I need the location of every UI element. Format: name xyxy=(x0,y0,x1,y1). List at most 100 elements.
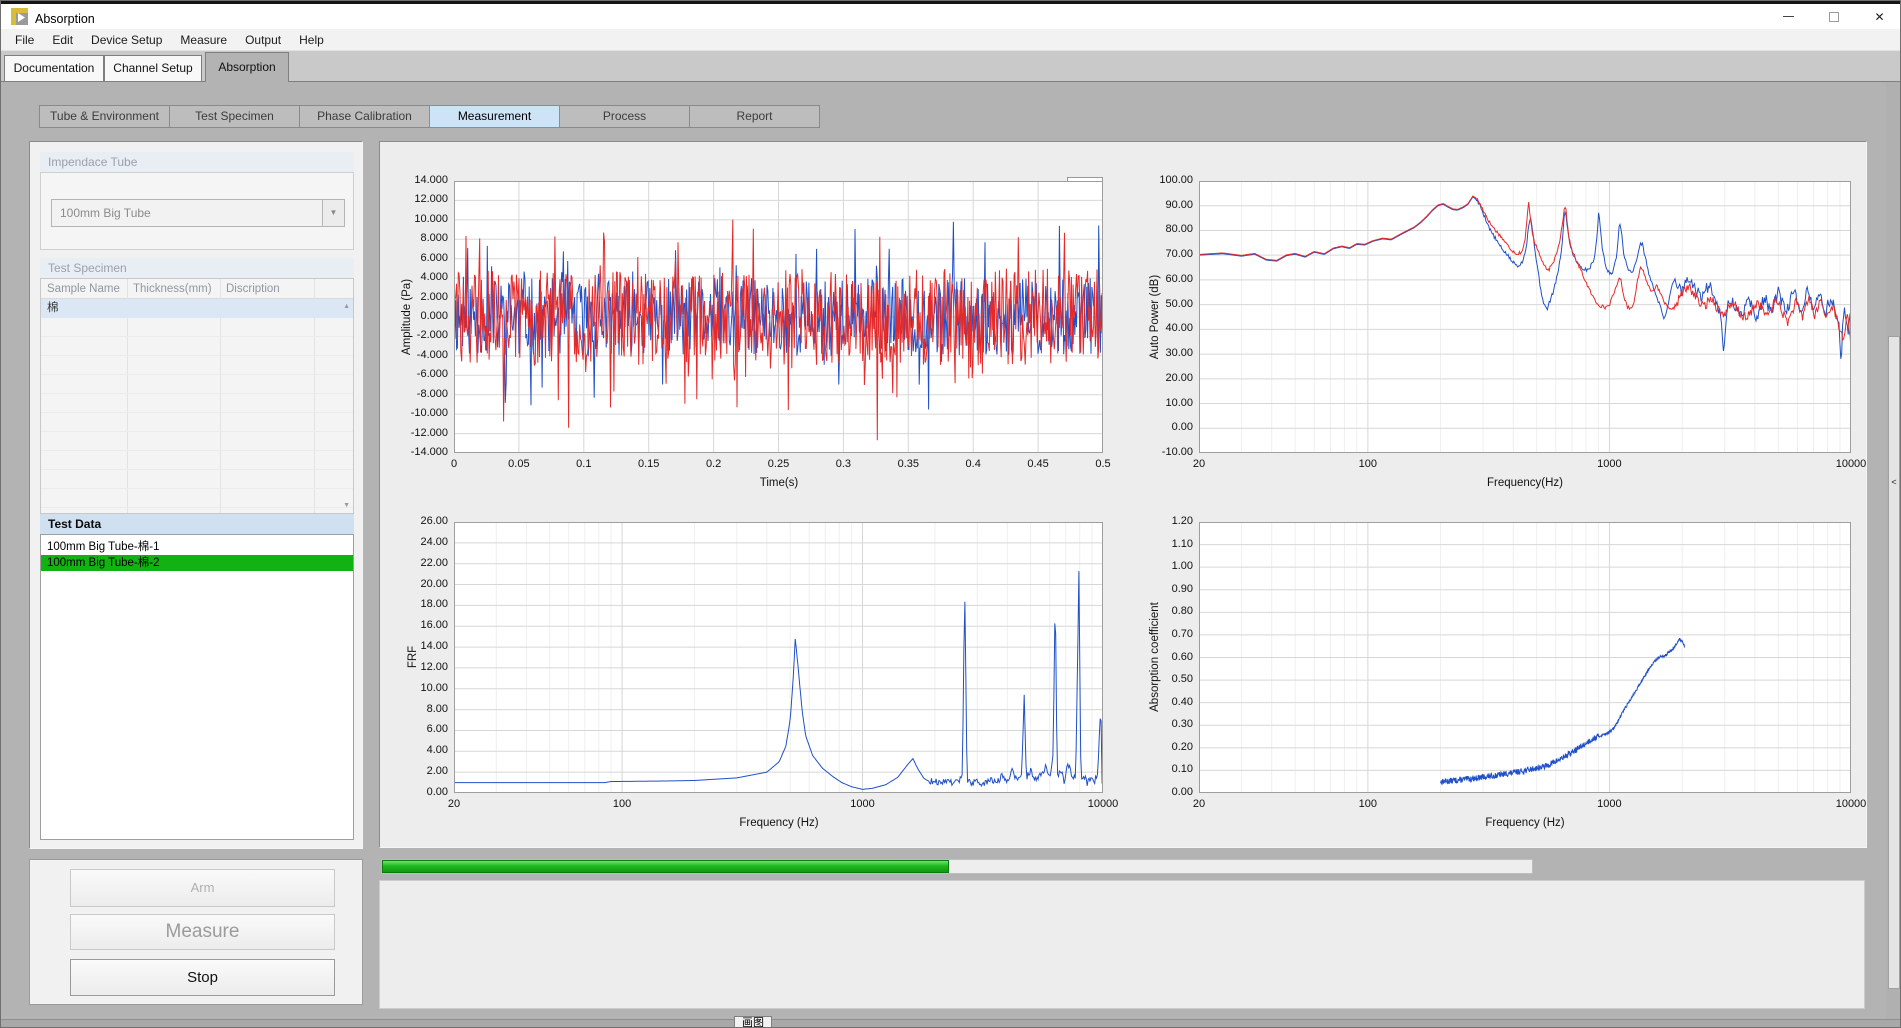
auto-power-chart: Auto Power (dB) Frequency(Hz) Mic 1 Mic … xyxy=(1141,161,1889,501)
menu-device-setup[interactable]: Device Setup xyxy=(82,29,171,51)
x-tick-label: 20 xyxy=(1169,458,1229,470)
stop-button[interactable]: Stop xyxy=(70,959,335,996)
x-tick-label: 20 xyxy=(1169,798,1229,810)
y-tick-label: 0.00 xyxy=(1137,421,1193,433)
subtab-report[interactable]: Report xyxy=(689,105,820,128)
y-tick-label: 0.30 xyxy=(1137,718,1193,730)
table-row[interactable]: 棉 xyxy=(41,299,353,318)
table-row-empty[interactable] xyxy=(41,470,353,489)
y-tick-label: -10.00 xyxy=(1137,446,1193,458)
close-button[interactable]: ✕ xyxy=(1857,4,1901,29)
tube-select-dropdown[interactable]: 100mm Big Tube ▼ xyxy=(51,199,345,227)
table-row-empty[interactable] xyxy=(41,375,353,394)
series-mic-1 xyxy=(1199,197,1851,359)
y-tick-label: -2.000 xyxy=(392,329,448,341)
x-tick-label: 1000 xyxy=(833,798,893,810)
table-row-empty[interactable] xyxy=(41,413,353,432)
tab-documentation[interactable]: Documentation xyxy=(4,55,104,82)
maximize-button[interactable] xyxy=(1811,4,1857,29)
x-tick-label: 100 xyxy=(1338,458,1398,470)
y-tick-label: 14.00 xyxy=(392,640,448,652)
chevron-down-icon[interactable]: ▼ xyxy=(322,200,344,226)
measure-button[interactable]: Measure xyxy=(70,914,335,950)
labview-app-icon xyxy=(11,8,28,25)
menu-measure[interactable]: Measure xyxy=(171,29,236,51)
column-thickness: Thickness(mm) xyxy=(127,279,212,299)
subtab-phase-calibration[interactable]: Phase Calibration xyxy=(299,105,430,128)
x-tick-label: 0.5 xyxy=(1073,458,1133,470)
test-specimen-header: Test Specimen xyxy=(40,258,354,278)
table-row-empty[interactable] xyxy=(41,451,353,470)
subtab-measurement[interactable]: Measurement xyxy=(429,105,560,128)
y-tick-label: 0.60 xyxy=(1137,651,1193,663)
menu-file[interactable]: File xyxy=(6,29,43,51)
table-row-empty[interactable] xyxy=(41,432,353,451)
menu-output[interactable]: Output xyxy=(236,29,290,51)
list-item-selected[interactable]: 100mm Big Tube-棉-2 xyxy=(41,555,353,571)
tab-channel-setup[interactable]: Channel Setup xyxy=(104,55,202,82)
y-tick-label: 1.10 xyxy=(1137,538,1193,550)
y-tick-label: 26.00 xyxy=(392,515,448,527)
y-tick-label: 18.00 xyxy=(392,598,448,610)
y-tick-label: 8.00 xyxy=(392,703,448,715)
impedance-tube-header: Impendace Tube xyxy=(40,152,354,172)
y-tick-label: 0.00 xyxy=(1137,786,1193,798)
y-tick-label: 40.00 xyxy=(1137,322,1193,334)
arm-button[interactable]: Arm xyxy=(70,869,335,907)
x-tick-label: 0.1 xyxy=(554,458,614,470)
y-tick-label: 4.000 xyxy=(392,271,448,283)
x-tick-label: 0.25 xyxy=(749,458,809,470)
tube-select-value: 100mm Big Tube xyxy=(60,206,151,220)
scroll-down-icon[interactable]: ▼ xyxy=(343,502,350,509)
x-tick-label: 0.2 xyxy=(684,458,744,470)
x-tick-label: 0.3 xyxy=(813,458,873,470)
frf-chart: FRF Frequency (Hz) 26.0024.0022.0020.001… xyxy=(391,507,1141,841)
x-tick-label: 0.15 xyxy=(619,458,679,470)
y-tick-label: 90.00 xyxy=(1137,199,1193,211)
series-frf xyxy=(454,571,1103,789)
bottom-strip xyxy=(1,1019,1901,1028)
table-row-empty[interactable] xyxy=(41,318,353,337)
subtab-process[interactable]: Process xyxy=(559,105,690,128)
x-tick-label: 0.4 xyxy=(943,458,1003,470)
y-tick-label: 6.000 xyxy=(392,252,448,264)
table-row-empty[interactable] xyxy=(41,489,353,508)
chart-canvas xyxy=(454,181,1103,453)
sidebar-panel: Impendace Tube 100mm Big Tube ▼ Test Spe… xyxy=(29,141,363,849)
test-data-header: Test Data xyxy=(40,514,354,534)
test-specimen-table[interactable]: Sample Name Thickness(mm) Discription 棉 … xyxy=(40,278,354,514)
x-tick-label: 0 xyxy=(424,458,484,470)
collapse-left-icon[interactable]: < xyxy=(1887,477,1901,487)
scroll-up-icon[interactable]: ▲ xyxy=(343,303,350,310)
tab-absorption[interactable]: Absorption xyxy=(205,52,289,82)
table-row-empty[interactable] xyxy=(41,337,353,356)
bottom-tab-draw[interactable]: 画图 xyxy=(734,1016,772,1028)
x-tick-label: 10000 xyxy=(1073,798,1133,810)
maximize-icon xyxy=(1829,12,1839,22)
x-tick-label: 10000 xyxy=(1821,798,1881,810)
subtab-tube-environment[interactable]: Tube & Environment xyxy=(39,105,170,128)
minimize-button[interactable] xyxy=(1765,4,1811,29)
y-tick-label: 0.10 xyxy=(1137,763,1193,775)
test-data-list[interactable]: 100mm Big Tube-棉-1 100mm Big Tube-棉-2 xyxy=(40,534,354,840)
x-tick-label: 0.05 xyxy=(489,458,549,470)
chart-canvas xyxy=(454,522,1103,793)
y-tick-label: 4.00 xyxy=(392,744,448,756)
x-tick-label: 1000 xyxy=(1579,458,1639,470)
y-tick-label: 20.00 xyxy=(1137,372,1193,384)
subtab-test-specimen[interactable]: Test Specimen xyxy=(169,105,300,128)
list-item[interactable]: 100mm Big Tube-棉-1 xyxy=(41,539,353,555)
y-tick-label: 80.00 xyxy=(1137,223,1193,235)
right-scrollbar-thumb[interactable] xyxy=(1888,336,1900,989)
table-row-empty[interactable] xyxy=(41,394,353,413)
x-tick-label: 1000 xyxy=(1579,798,1639,810)
menu-help[interactable]: Help xyxy=(290,29,333,51)
power-chart-x-label: Frequency(Hz) xyxy=(1487,477,1563,489)
title-bar: Absorption xyxy=(1,4,1901,29)
absorption-chart: Absorption coefficient Frequency (Hz) 1.… xyxy=(1141,507,1889,841)
minimize-icon xyxy=(1783,16,1794,17)
table-row-empty[interactable] xyxy=(41,356,353,375)
time-chart-x-label: Time(s) xyxy=(760,477,799,489)
y-tick-label: 0.20 xyxy=(1137,741,1193,753)
menu-edit[interactable]: Edit xyxy=(43,29,82,51)
